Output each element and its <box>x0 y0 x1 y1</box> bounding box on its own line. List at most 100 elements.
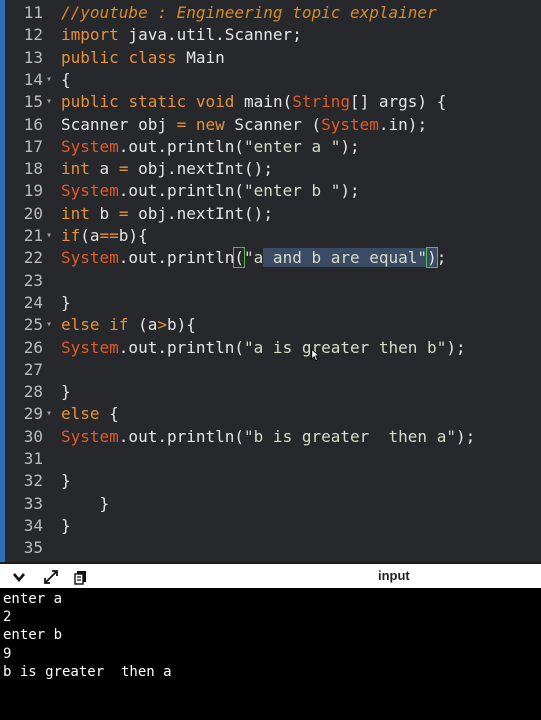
code-line[interactable]: } <box>61 381 71 403</box>
line-number: 20 <box>23 203 43 223</box>
console-line: b is greater then a <box>3 663 172 680</box>
code-token: = <box>118 203 129 223</box>
line-number: 31 <box>23 449 43 468</box>
code-line[interactable]: System.out.println("enter b "); <box>61 180 360 202</box>
code-token: .out.println( <box>118 426 245 446</box>
line-number: 25 <box>23 315 43 335</box>
code-area[interactable]: //youtube : Engineering topic explainer i… <box>61 0 541 562</box>
code-token: System <box>61 136 119 156</box>
code-line[interactable]: public static void main(String[] args) { <box>61 91 446 113</box>
line-number: 24 <box>23 292 43 312</box>
code-token: Main <box>176 47 225 67</box>
code-token: System <box>61 248 119 268</box>
fold-arrow-icon[interactable]: ▾ <box>46 91 56 113</box>
code-token: Scanner ( <box>224 114 322 134</box>
chevron-down-icon[interactable] <box>10 568 28 586</box>
code-line[interactable]: System.out.println("enter a "); <box>61 136 360 158</box>
code-line[interactable]: int b = obj.nextInt(); <box>61 203 273 225</box>
line-number: 22 <box>23 248 43 268</box>
console-cutoff-line <box>0 713 541 720</box>
code-token: and b are equal" <box>263 248 428 268</box>
code-token: "enter a " <box>244 136 341 156</box>
fold-arrow-icon[interactable]: ▾ <box>46 225 56 247</box>
console-line: enter b <box>3 627 63 644</box>
code-line[interactable]: Scanner obj = new Scanner (System.in); <box>61 114 427 136</box>
code-token: ) <box>426 247 438 269</box>
copy-icon[interactable] <box>72 568 90 586</box>
code-token: .out.println( <box>118 136 245 156</box>
code-token: if <box>109 315 129 335</box>
code-token: ); <box>446 337 466 357</box>
code-token: public <box>61 92 119 112</box>
line-number: 34 <box>23 515 43 535</box>
mouse-cursor-icon <box>311 348 319 362</box>
code-line[interactable]: { <box>61 69 71 91</box>
code-token: "b is greater then a" <box>244 426 456 446</box>
code-token: b <box>89 203 119 223</box>
code-token: System <box>61 181 119 201</box>
code-token: obj.nextInt(); <box>128 203 273 223</box>
code-token: [] args) { <box>350 92 447 112</box>
code-line[interactable]: System.out.println("a is greater then b"… <box>61 337 466 359</box>
fold-arrow-icon[interactable]: ▾ <box>46 69 56 91</box>
code-token: { <box>61 69 71 89</box>
console-output[interactable]: enter a 2 enter b9b is greater then a <box>0 588 541 720</box>
code-line[interactable]: import java.util.Scanner; <box>61 24 302 46</box>
code-token: main( <box>234 92 293 112</box>
code-line[interactable]: int a = obj.nextInt(); <box>61 158 273 180</box>
code-line[interactable]: System.out.println("b is greater then a"… <box>61 426 475 448</box>
console-line: 2 <box>3 609 12 626</box>
code-line[interactable]: if(a==b){ <box>61 225 148 247</box>
code-token: Scanner obj <box>61 114 177 134</box>
code-line[interactable]: } <box>61 515 71 537</box>
line-number: 32 <box>23 471 43 491</box>
code-token: = <box>176 114 187 134</box>
code-editor[interactable]: 11 12 13 14 ▾ 15 ▾ 16 17 18 19 20 21 ▾ 22 23 24 25 ▾ 26 27 28… <box>0 0 541 562</box>
console-line: 9 <box>3 645 12 662</box>
line-number: 18 <box>23 159 43 179</box>
code-line[interactable]: System.out.println("a and b are equal"); <box>61 247 446 269</box>
console-line: enter a <box>3 591 63 607</box>
code-token: } <box>61 515 71 535</box>
code-line[interactable]: } <box>61 292 71 314</box>
code-token: "a <box>244 248 264 268</box>
expand-icon[interactable] <box>42 568 60 586</box>
code-token: System <box>61 337 119 357</box>
code-token: ; <box>436 248 447 268</box>
code-token: .out.println <box>118 248 235 268</box>
code-token: "a is greater then b" <box>244 337 447 357</box>
code-token: class <box>128 47 177 67</box>
code-token: static <box>128 92 187 112</box>
line-number: 15 <box>23 92 43 112</box>
code-token: ); <box>340 136 360 156</box>
code-token: a <box>89 159 119 179</box>
code-line[interactable]: } <box>61 470 71 492</box>
fold-arrow-icon[interactable]: ▾ <box>46 314 56 336</box>
line-number: 14 <box>23 69 43 89</box>
line-number: 35 <box>23 538 43 558</box>
code-token: int <box>61 203 90 223</box>
code-token: (a <box>80 226 100 245</box>
code-token: > <box>157 315 167 335</box>
code-token: void <box>195 92 235 112</box>
line-number: 33 <box>23 493 43 513</box>
line-number: 26 <box>23 337 43 357</box>
console-toolbar: input <box>0 562 541 588</box>
code-token: ); <box>340 181 360 201</box>
code-line[interactable]: public class Main <box>61 47 225 69</box>
fold-arrow-icon[interactable]: ▾ <box>46 403 56 425</box>
code-token: (a <box>128 315 158 335</box>
code-line[interactable]: else { <box>61 403 119 425</box>
code-token: = <box>118 159 129 179</box>
code-token: } <box>61 471 71 491</box>
code-line[interactable]: } <box>61 493 110 515</box>
code-line[interactable]: else if (a>b){ <box>61 314 196 336</box>
line-number: 29 <box>23 404 43 424</box>
code-line[interactable]: //youtube : Engineering topic explainer <box>61 2 437 24</box>
code-token: new <box>195 114 225 134</box>
code-token: } <box>61 382 71 402</box>
code-token: } <box>61 493 110 513</box>
